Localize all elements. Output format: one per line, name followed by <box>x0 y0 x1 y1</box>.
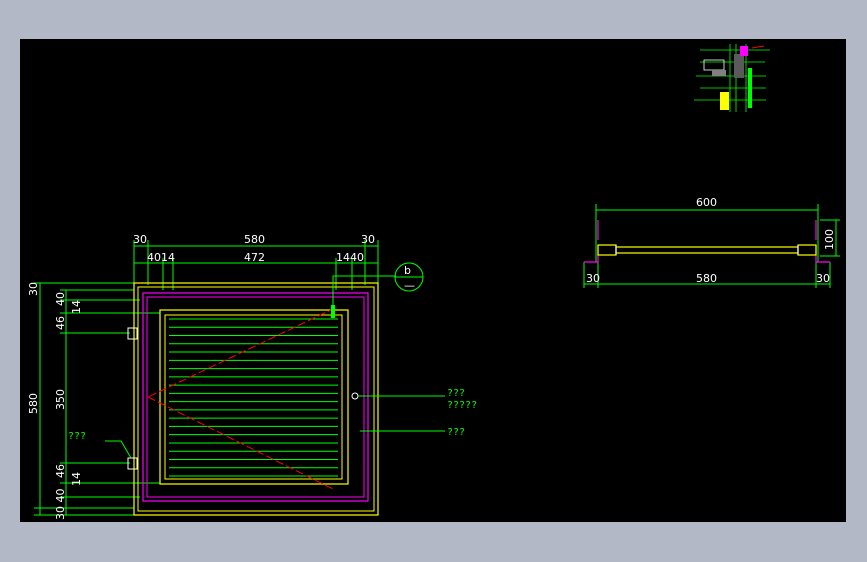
section-left-30: 30 <box>586 272 600 285</box>
note-handle: ??? <box>447 388 465 399</box>
dim-left-46-top: 46 <box>54 316 67 330</box>
detail-marker: b — <box>394 262 424 292</box>
leader-marker <box>331 305 335 318</box>
detail-marker-top: b <box>404 264 411 277</box>
note-handle-2: ????? <box>447 400 477 411</box>
section-overall-600: 600 <box>696 196 717 209</box>
left-dimensions <box>34 282 160 516</box>
dim-inner-472: 472 <box>244 251 265 264</box>
section-view: 600 580 30 30 100 <box>583 196 840 288</box>
handle <box>351 392 359 400</box>
section-height-100: 100 <box>823 229 836 250</box>
dim-left-40-top: 40 <box>54 292 67 306</box>
detail-marker-bottom: — <box>404 279 415 292</box>
cad-drawing: 30 580 30 4014 472 1440 30 580 40 14 46 … <box>27 44 840 520</box>
hinge-note: ??? <box>68 431 86 442</box>
magenta-frame <box>142 292 369 502</box>
louver-slats <box>169 318 338 477</box>
dim-sub-left-4014: 4014 <box>147 251 175 264</box>
note-louver: ??? <box>447 427 465 438</box>
outer-frame-inner <box>137 286 375 512</box>
dim-sub-right-1440: 1440 <box>336 251 364 264</box>
sash-outer <box>159 309 349 485</box>
section-inner-580: 580 <box>696 272 717 285</box>
sash-inner <box>164 314 343 480</box>
dim-left-14-top: 14 <box>70 300 83 314</box>
front-view: 30 580 30 4014 472 1440 30 580 40 14 46 … <box>27 233 477 520</box>
dim-left-14-bottom: 14 <box>70 472 83 486</box>
section-right-30: 30 <box>816 272 830 285</box>
dim-left-30-40-bottom: 30 40 <box>54 489 67 521</box>
dim-left-top-30: 30 <box>27 282 40 296</box>
leaders <box>105 275 445 459</box>
dim-top-overall-580: 580 <box>244 233 265 246</box>
dim-top-right-30: 30 <box>361 233 375 246</box>
dim-left-350: 350 <box>54 389 67 410</box>
outer-frame <box>133 282 379 516</box>
wall-detail <box>694 44 770 112</box>
dim-left-overall-580: 580 <box>27 393 40 414</box>
dim-top-left-30: 30 <box>133 233 147 246</box>
dim-left-46-bottom: 46 <box>54 464 67 478</box>
